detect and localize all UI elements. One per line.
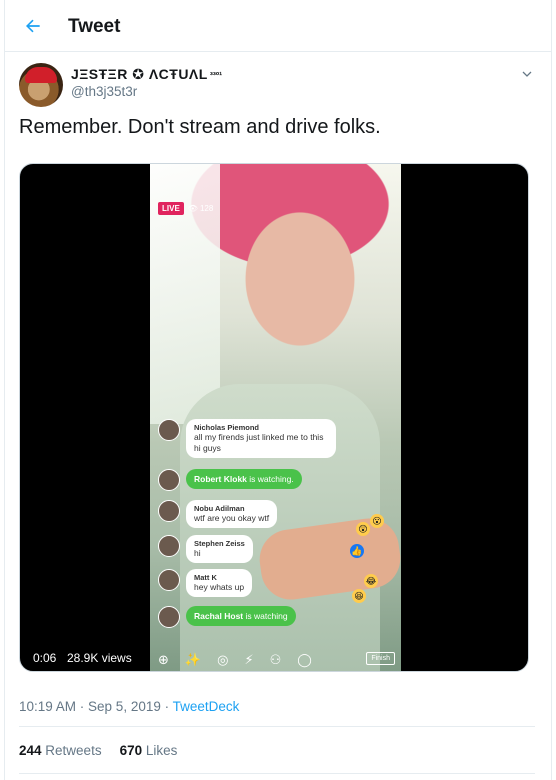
viewer-count: 👁 128 xyxy=(187,204,214,213)
stream-comment: Matt K hey whats up xyxy=(158,569,253,597)
thumbs-up-icon: 👍 xyxy=(350,544,364,558)
video-player[interactable]: LIVE 👁 128 Nicholas Piemond all my firen… xyxy=(19,163,529,672)
stream-comment: Nicholas Piemond all my firends just lin… xyxy=(158,419,336,458)
joined-text: is watching xyxy=(245,611,288,621)
commenter-name: Nobu Adilman xyxy=(194,504,245,513)
likes-stat[interactable]: 670 Likes xyxy=(120,743,178,758)
commenter-avatar xyxy=(158,500,180,522)
joined-text: is watching. xyxy=(249,474,294,484)
header-bar: Tweet xyxy=(5,0,551,52)
video-frame: LIVE 👁 128 Nicholas Piemond all my firen… xyxy=(150,164,401,671)
emoji-icon: 😆 xyxy=(352,589,366,603)
tweet-detail-panel: Tweet JΞSŦΞR ✪ ΛCŦUΛL ³³º¹ @th3j35t3r Re… xyxy=(4,0,552,780)
avatar[interactable] xyxy=(19,63,63,107)
live-label: LIVE xyxy=(158,202,184,215)
emoji-icon: 😲 xyxy=(356,522,370,536)
avatar-cap xyxy=(25,67,57,83)
retweets-stat[interactable]: 244 Retweets xyxy=(19,743,102,758)
joined-pill: Rachal Host is watching xyxy=(186,606,296,626)
joined-name: Robert Klokk xyxy=(194,474,247,484)
retweets-label: Retweets xyxy=(45,743,102,758)
divider xyxy=(19,773,535,774)
commenter-name: Matt K xyxy=(194,573,217,582)
eye-icon: 👁 xyxy=(187,204,198,213)
people-icon[interactable]: ⚇ xyxy=(270,652,282,668)
commenter-avatar xyxy=(158,606,180,628)
tweet-text: Remember. Don't stream and drive folks. xyxy=(19,116,381,138)
tweet-meta: 10:19 AM · Sep 5, 2019 · TweetDeck xyxy=(19,699,239,714)
author-name-link[interactable]: JΞSŦΞR ✪ ΛCŦUΛL ³³º¹ xyxy=(71,66,222,83)
reaction-emojis: 😲 😮 👍 😂 😆 xyxy=(348,514,398,614)
joined-pill: Robert Klokk is watching. xyxy=(186,469,302,489)
commenter-avatar xyxy=(158,535,180,557)
page-title: Tweet xyxy=(68,16,121,37)
video-views-badge: 28.9K views xyxy=(62,648,137,668)
magic-wand-icon[interactable]: ✨ xyxy=(185,652,201,668)
joined-name: Rachal Host xyxy=(194,611,244,621)
display-name-suffix: ³³º¹ xyxy=(209,69,223,80)
stream-comment: Nobu Adilman wtf are you okay wtf xyxy=(158,500,278,528)
camera-flip-icon[interactable]: ◎ xyxy=(217,652,228,668)
retweets-count: 244 xyxy=(19,743,42,758)
comment-text: hi xyxy=(194,548,201,558)
divider xyxy=(19,726,535,727)
display-name: JΞSŦΞR ✪ ΛCŦUΛL xyxy=(71,66,208,82)
more-options-button[interactable] xyxy=(517,64,537,84)
commenter-name: Nicholas Piemond xyxy=(194,423,260,432)
live-badge: LIVE 👁 128 xyxy=(158,202,213,215)
chat-bubble-icon[interactable]: ◯ xyxy=(297,652,312,668)
arrow-left-icon xyxy=(26,19,40,33)
author-handle[interactable]: @th3j35t3r xyxy=(71,84,137,99)
likes-label: Likes xyxy=(145,743,178,758)
source-link[interactable]: TweetDeck xyxy=(173,699,240,714)
comment-bubble: Nicholas Piemond all my firends just lin… xyxy=(186,419,336,458)
comment-text: hey whats up xyxy=(194,582,245,592)
comment-text: wtf are you okay wtf xyxy=(194,513,270,523)
stream-joined: Rachal Host is watching xyxy=(158,606,296,628)
comment-bubble: Matt K hey whats up xyxy=(186,569,253,597)
lightning-icon[interactable]: ⚡ xyxy=(244,652,253,668)
comment-text: all my firends just linked me to this hi… xyxy=(194,432,324,453)
commenter-avatar xyxy=(158,419,180,441)
stream-controls: ⊕ ✨ ◎ ⚡ ⚇ ◯ xyxy=(150,648,401,671)
chevron-down-icon xyxy=(522,71,532,77)
tweet-stats: 244 Retweets 670 Likes xyxy=(19,743,177,758)
back-button[interactable] xyxy=(21,14,45,38)
comment-bubble: Nobu Adilman wtf are you okay wtf xyxy=(186,500,278,528)
commenter-avatar xyxy=(158,569,180,591)
comment-bubble: Stephen Zeiss hi xyxy=(186,535,253,563)
stream-comment: Stephen Zeiss hi xyxy=(158,535,253,563)
emoji-icon: 😮 xyxy=(370,514,384,528)
stream-joined: Robert Klokk is watching. xyxy=(158,469,302,491)
timestamp[interactable]: 10:19 AM · Sep 5, 2019 · xyxy=(19,699,173,714)
likes-count: 670 xyxy=(119,743,143,758)
commenter-avatar xyxy=(158,469,180,491)
finish-button[interactable]: Finish xyxy=(366,652,395,665)
add-icon[interactable]: ⊕ xyxy=(158,652,169,668)
emoji-icon: 😂 xyxy=(364,574,378,588)
video-time-badge: 0:06 xyxy=(28,648,62,668)
commenter-name: Stephen Zeiss xyxy=(194,539,245,548)
